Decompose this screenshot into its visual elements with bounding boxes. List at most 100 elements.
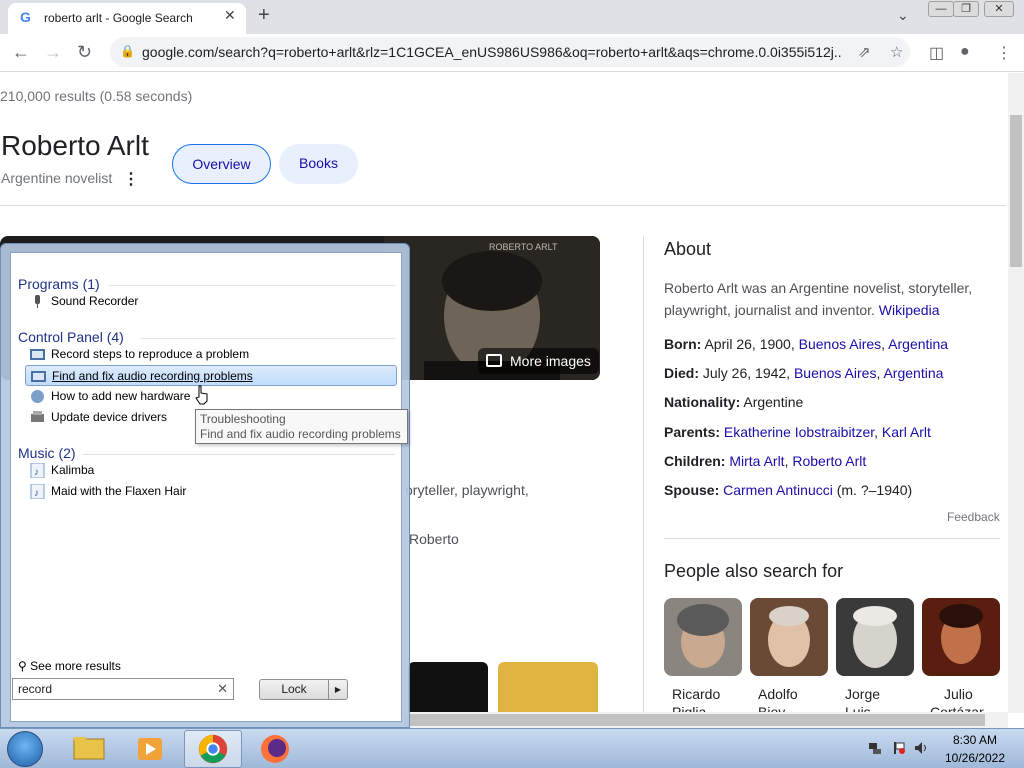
fact-died: Died: July 26, 1942, Buenos Aires, Argen… xyxy=(664,365,944,381)
lock-options-arrow-icon[interactable]: ▶ xyxy=(328,680,347,699)
start-button[interactable] xyxy=(7,731,43,767)
bookmark-star-icon[interactable]: ☆ xyxy=(890,43,903,61)
book-thumbnail[interactable] xyxy=(408,662,488,713)
wikipedia-link[interactable]: Wikipedia xyxy=(879,302,940,318)
control-panel-icon xyxy=(31,371,46,382)
person-name[interactable]: Julio xyxy=(944,686,973,702)
forward-arrow-icon[interactable]: → xyxy=(44,42,62,63)
place-link[interactable]: Buenos Aires xyxy=(794,365,877,381)
description-fragment: Roberto xyxy=(409,531,459,547)
svg-text:♪: ♪ xyxy=(34,467,39,478)
parent-link[interactable]: Karl Arlt xyxy=(882,424,931,440)
category-programs[interactable]: Programs (1) xyxy=(18,276,100,292)
person-name[interactable]: Ricardo xyxy=(672,686,720,702)
vertical-scrollbar-thumb[interactable] xyxy=(1010,115,1022,267)
profile-avatar-icon[interactable]: ● xyxy=(960,43,970,61)
divider xyxy=(109,285,395,286)
person-photo[interactable] xyxy=(922,598,1000,676)
person-name[interactable]: Jorge xyxy=(845,686,880,702)
window-close-button[interactable]: ✕ xyxy=(984,1,1014,17)
more-images-button[interactable]: More images xyxy=(478,348,599,374)
place-link[interactable]: Argentina xyxy=(888,336,948,352)
file-explorer-icon[interactable] xyxy=(60,730,118,768)
feedback-link[interactable]: Feedback xyxy=(947,510,1000,524)
clock-date[interactable]: 10/26/2022 xyxy=(935,751,1015,765)
control-panel-icon xyxy=(30,349,45,360)
browser-tab[interactable]: G roberto arlt - Google Search ✕ xyxy=(8,3,246,34)
restore-button[interactable]: ❐ xyxy=(953,1,979,17)
result-find-fix-audio[interactable]: Find and fix audio recording problems xyxy=(25,365,397,386)
start-menu: Programs (1) Sound Recorder Control Pane… xyxy=(0,243,410,728)
category-control-panel[interactable]: Control Panel (4) xyxy=(18,329,124,345)
network-icon[interactable] xyxy=(868,741,882,755)
tab-search-chevron-icon[interactable]: ⌄ xyxy=(897,7,909,24)
result-kalimba[interactable]: ♪ Kalimba xyxy=(25,460,397,481)
image-icon xyxy=(486,354,502,367)
place-link[interactable]: Argentina xyxy=(883,365,943,381)
category-music[interactable]: Music (2) xyxy=(18,445,76,461)
music-file-icon: ♪ xyxy=(30,463,45,478)
reload-icon[interactable]: ↻ xyxy=(77,42,92,63)
result-record-steps[interactable]: Record steps to reproduce a problem xyxy=(25,344,397,365)
minimize-button[interactable]: — xyxy=(928,1,954,17)
see-more-results-link[interactable]: ⚲ See more results xyxy=(18,659,121,673)
tooltip: Troubleshooting Find and fix audio recor… xyxy=(195,409,408,444)
fact-parents: Parents: Ekatherine Iobstraibitzer, Karl… xyxy=(664,424,931,440)
fact-spouse: Spouse: Carmen Antinucci (m. ?–1940) xyxy=(664,482,913,498)
result-maid-flaxen-hair[interactable]: ♪ Maid with the Flaxen Hair xyxy=(25,481,397,502)
media-player-icon[interactable] xyxy=(122,730,180,768)
svg-text:ROBERTO ARLT: ROBERTO ARLT xyxy=(489,242,558,252)
spouse-link[interactable]: Carmen Antinucci xyxy=(723,482,833,498)
volume-icon[interactable] xyxy=(914,741,928,755)
chrome-menu-icon[interactable]: ⋮ xyxy=(996,43,1012,63)
result-stats: 210,000 results (0.58 seconds) xyxy=(0,88,193,104)
knowledge-panel-subtitle: Argentine novelist xyxy=(1,170,113,186)
person-photo[interactable] xyxy=(750,598,828,676)
book-thumbnail[interactable] xyxy=(498,662,598,713)
more-options-icon[interactable]: ⋮ xyxy=(123,169,139,189)
start-search-input[interactable]: record ✕ xyxy=(12,678,234,700)
person-photo[interactable] xyxy=(664,598,742,676)
new-tab-button[interactable]: + xyxy=(258,4,270,27)
chip-books[interactable]: Books xyxy=(279,144,358,184)
help-icon xyxy=(31,390,44,403)
lock-button[interactable]: Lock ▶ xyxy=(259,679,348,700)
action-center-flag-icon[interactable] xyxy=(892,741,906,755)
tab-close-icon[interactable]: ✕ xyxy=(224,7,236,24)
chip-overview[interactable]: Overview xyxy=(172,144,271,184)
lock-icon[interactable]: 🔒 xyxy=(120,44,135,58)
child-link[interactable]: Mirta Arlt xyxy=(729,453,784,469)
person-name[interactable]: Adolfo xyxy=(758,686,798,702)
fact-children: Children: Mirta Arlt, Roberto Arlt xyxy=(664,453,867,469)
browser-toolbar: ← → ↻ 🔒 google.com/search?q=roberto+arlt… xyxy=(0,34,1024,72)
side-panel-icon[interactable]: ◫ xyxy=(929,43,944,63)
fact-nationality: Nationality: Argentine xyxy=(664,394,804,410)
result-add-hardware[interactable]: How to add new hardware xyxy=(25,386,397,407)
chrome-icon[interactable] xyxy=(184,730,242,768)
microphone-icon xyxy=(35,295,40,308)
tab-strip: G roberto arlt - Google Search ✕ + ⌄ — ❐… xyxy=(0,0,1024,34)
address-bar[interactable]: 🔒 google.com/search?q=roberto+arlt&rlz=1… xyxy=(110,37,910,67)
divider xyxy=(664,538,1000,539)
firefox-icon[interactable] xyxy=(246,730,304,768)
about-heading: About xyxy=(664,239,712,259)
parent-link[interactable]: Ekatherine Iobstraibitzer xyxy=(724,424,874,440)
clock-time[interactable]: 8:30 AM xyxy=(935,733,1015,747)
horizontal-scrollbar-thumb[interactable] xyxy=(405,714,985,726)
clear-search-icon[interactable]: ✕ xyxy=(217,679,228,699)
start-menu-results: Programs (1) Sound Recorder Control Pane… xyxy=(10,252,408,722)
divider xyxy=(0,205,1006,206)
person-photo[interactable] xyxy=(836,598,914,676)
back-arrow-icon[interactable]: ← xyxy=(12,42,30,63)
url-text[interactable]: google.com/search?q=roberto+arlt&rlz=1C1… xyxy=(142,44,842,60)
result-sound-recorder[interactable]: Sound Recorder xyxy=(25,291,397,312)
place-link[interactable]: Buenos Aires xyxy=(799,336,882,352)
divider xyxy=(141,338,395,339)
child-link[interactable]: Roberto Arlt xyxy=(792,453,866,469)
google-favicon-icon: G xyxy=(20,9,31,25)
knowledge-panel-title: Roberto Arlt xyxy=(1,130,149,161)
share-icon[interactable]: ⇗ xyxy=(858,43,871,61)
music-file-icon: ♪ xyxy=(30,484,45,499)
description-fragment: oryteller, playwright, xyxy=(405,482,529,498)
about-description: Roberto Arlt was an Argentine novelist, … xyxy=(664,280,973,318)
